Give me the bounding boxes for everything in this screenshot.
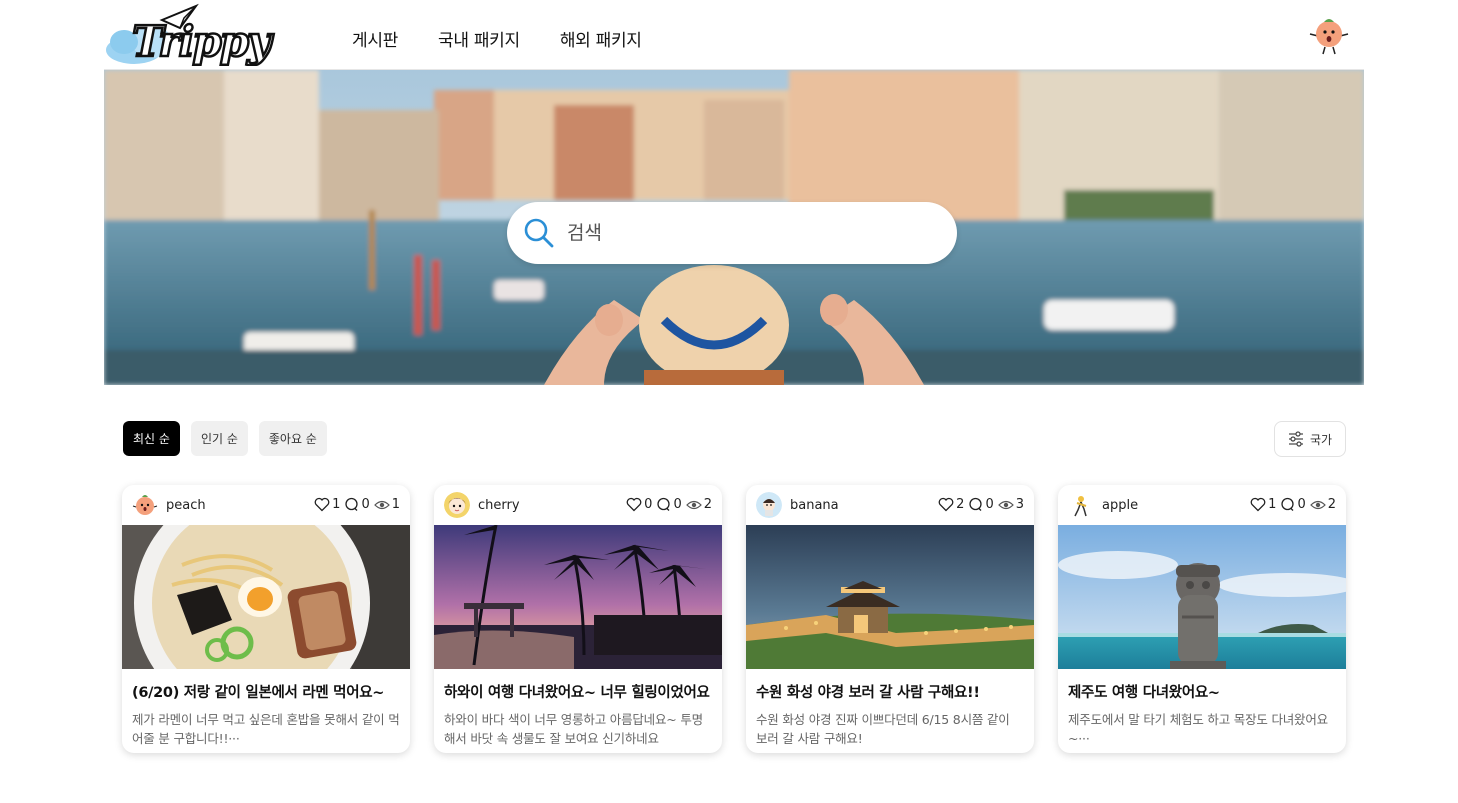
hawaii-sunset-photo — [434, 525, 722, 669]
heart-icon[interactable] — [626, 497, 642, 512]
comment-count: 0 — [985, 497, 994, 512]
banana-avatar — [756, 492, 782, 518]
post-description: 제가 라멘이 너무 먹고 싶은데 혼밥을 못해서 같이 먹어줄 분 구합니다!!… — [132, 712, 400, 746]
comment-count: 0 — [361, 497, 370, 512]
nav-overseas-package[interactable]: 해외 패키지 — [560, 26, 642, 51]
username: banana — [790, 497, 839, 513]
username: cherry — [478, 497, 520, 513]
post-card-list: peach 1 0 1 (6/20) 저랑 같이 일본에서 라멘 먹어요~ 제가… — [122, 485, 1346, 753]
comment-count: 0 — [1297, 497, 1306, 512]
nav-domestic-package[interactable]: 국내 패키지 — [438, 26, 520, 51]
sort-latest-button[interactable]: 최신 순 — [123, 421, 180, 456]
post-title[interactable]: 하와이 여행 다녀왔어요~ 너무 힐링이었어요 — [434, 681, 722, 702]
view-count: 3 — [1015, 497, 1024, 512]
card-header: banana 2 0 3 — [746, 485, 1034, 525]
eye-icon — [1309, 500, 1326, 509]
sort-likes-button[interactable]: 좋아요 순 — [258, 421, 327, 456]
top-header: Trippy 게시판 국내 패키지 해외 패키지 — [104, 0, 1364, 70]
apple-avatar — [1068, 492, 1094, 518]
peach-avatar — [132, 495, 158, 515]
comment-icon — [1281, 497, 1295, 511]
filter-sliders-icon — [1288, 431, 1303, 447]
comment-icon — [969, 497, 983, 511]
eye-icon — [997, 500, 1014, 509]
like-count: 1 — [332, 497, 341, 512]
search-bar[interactable] — [507, 202, 957, 264]
cherry-avatar — [444, 492, 470, 518]
like-count: 1 — [1268, 497, 1277, 512]
eye-icon — [685, 500, 702, 509]
nav-board[interactable]: 게시판 — [352, 26, 398, 51]
like-count: 2 — [956, 497, 965, 512]
like-count: 0 — [644, 497, 653, 512]
post-title[interactable]: 수원 화성 야경 보러 갈 사람 구해요!! — [746, 681, 1034, 702]
view-count: 2 — [1327, 497, 1336, 512]
search-input[interactable] — [567, 222, 927, 244]
suwon-fortress-night-photo — [746, 525, 1034, 669]
post-card[interactable]: cherry 0 0 2 하와이 여행 다녀왔어요~ 너무 힐링이었어요 하와이… — [434, 485, 722, 753]
filter-label: 국가 — [1309, 432, 1333, 447]
hero-banner — [104, 70, 1364, 385]
post-description: 제주도에서 말 타기 체험도 하고 목장도 다녀왔어요~··· — [1068, 712, 1328, 746]
post-card[interactable]: banana 2 0 3 수원 화성 야경 보러 갈 사람 구해요!! 수원 화… — [746, 485, 1034, 753]
view-count: 2 — [703, 497, 712, 512]
post-title[interactable]: 제주도 여행 다녀왔어요~ — [1058, 681, 1346, 702]
heart-icon[interactable] — [314, 497, 330, 512]
card-header: cherry 0 0 2 — [434, 485, 722, 525]
card-header: apple 1 0 2 — [1058, 485, 1346, 525]
heart-icon[interactable] — [1250, 497, 1266, 512]
comment-icon — [345, 497, 359, 511]
post-stats: 0 0 2 — [626, 497, 712, 512]
country-filter-button[interactable]: 국가 — [1274, 421, 1346, 457]
comment-icon — [657, 497, 671, 511]
post-card[interactable]: peach 1 0 1 (6/20) 저랑 같이 일본에서 라멘 먹어요~ 제가… — [122, 485, 410, 753]
trippy-logo[interactable]: Trippy — [104, 2, 284, 66]
post-description: 수원 화성 야경 진짜 이쁘다던데 6/15 8시쯤 같이 보러 갈 사람 구해… — [756, 712, 1010, 746]
sort-options: 최신 순 인기 순 좋아요 순 — [123, 421, 327, 456]
ramen-photo — [122, 525, 410, 669]
post-description: 하와이 바다 색이 너무 영롱하고 아름답네요~ 투명해서 바닷 속 생물도 잘… — [444, 712, 703, 746]
jeju-dolharubang-photo — [1058, 525, 1346, 669]
comment-count: 0 — [673, 497, 682, 512]
post-stats: 1 0 2 — [1250, 497, 1336, 512]
heart-icon[interactable] — [938, 497, 954, 512]
main-nav: 게시판 국내 패키지 해외 패키지 — [352, 26, 682, 51]
view-count: 1 — [391, 497, 400, 512]
card-header: peach 1 0 1 — [122, 485, 410, 525]
eye-icon — [373, 500, 390, 509]
search-icon[interactable] — [523, 217, 555, 249]
post-title[interactable]: (6/20) 저랑 같이 일본에서 라멘 먹어요~ — [122, 681, 410, 702]
post-stats: 2 0 3 — [938, 497, 1024, 512]
svg-text:Trippy: Trippy — [132, 17, 274, 66]
sort-popular-button[interactable]: 인기 순 — [190, 421, 248, 456]
username: apple — [1102, 497, 1139, 513]
profile-avatar[interactable] — [1306, 12, 1352, 58]
post-card[interactable]: apple 1 0 2 제주도 여행 다녀왔어요~ 제주도에서 말 타기 체험도… — [1058, 485, 1346, 753]
username: peach — [166, 497, 206, 513]
post-stats: 1 0 1 — [314, 497, 400, 512]
